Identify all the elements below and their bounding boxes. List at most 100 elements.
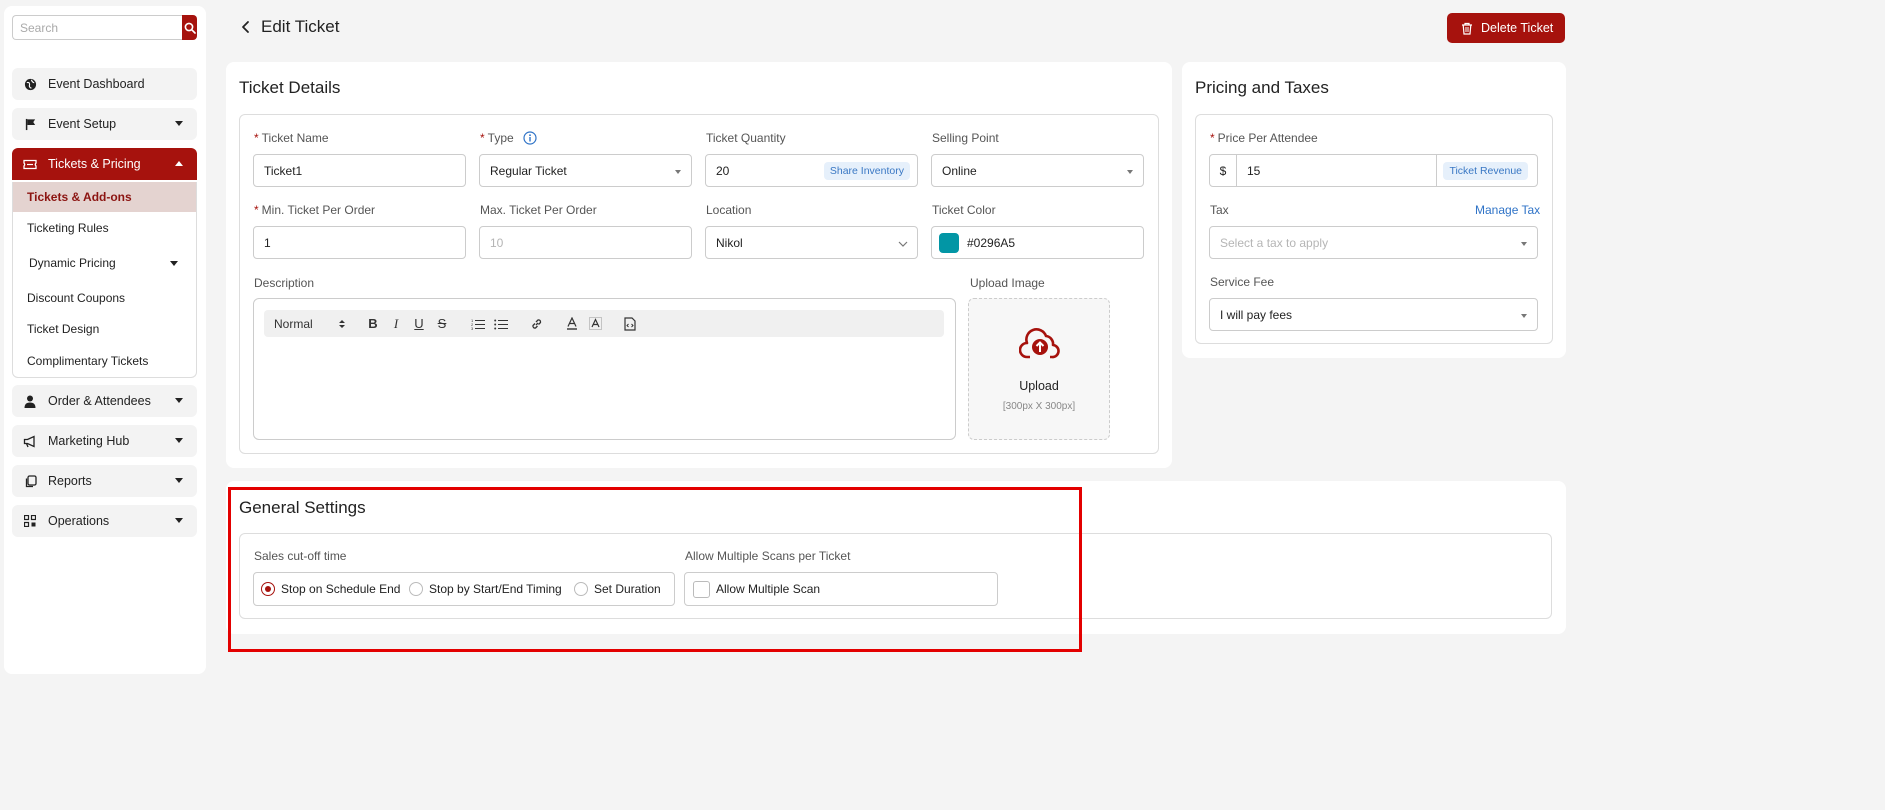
multiple-scans-label: Allow Multiple Scans per Ticket	[685, 549, 851, 563]
radio-label[interactable]: Stop by Start/End Timing	[429, 582, 562, 596]
submenu-item-ticketing-rules[interactable]: Ticketing Rules	[13, 213, 196, 243]
megaphone-icon	[22, 433, 38, 449]
ticket-revenue-button[interactable]: Ticket Revenue	[1443, 162, 1528, 180]
chevron-down-icon	[175, 438, 183, 443]
radio-label[interactable]: Set Duration	[594, 582, 661, 596]
ordered-list-icon[interactable]: 123	[470, 315, 486, 332]
text-color-icon[interactable]	[565, 315, 579, 332]
search-input[interactable]	[12, 15, 182, 40]
chevron-down-icon	[175, 398, 183, 403]
upload-button-label[interactable]: Upload	[969, 379, 1109, 393]
submenu-item-label: Ticketing Rules	[27, 221, 109, 235]
bold-icon[interactable]: B	[366, 315, 380, 332]
min-per-order-input[interactable]: 1	[253, 226, 466, 259]
sidebar-item-event-setup[interactable]: Event Setup	[12, 108, 197, 140]
link-icon[interactable]	[529, 315, 545, 332]
ticket-name-input[interactable]: Ticket1	[253, 154, 466, 187]
checkbox-label[interactable]: Allow Multiple Scan	[716, 582, 820, 596]
sidebar-item-reports[interactable]: Reports	[12, 465, 197, 497]
sidebar: Event Dashboard Event Setup Tickets & Pr…	[4, 6, 206, 674]
trash-icon	[1462, 22, 1472, 35]
italic-icon[interactable]: I	[389, 315, 403, 332]
min-per-order-value: 1	[264, 235, 271, 250]
tax-placeholder: Select a tax to apply	[1220, 235, 1329, 250]
service-fee-select[interactable]: I will pay fees	[1209, 298, 1538, 331]
format-select[interactable]: Normal	[274, 315, 346, 332]
delete-ticket-label: Delete Ticket	[1481, 21, 1554, 35]
svg-text:3: 3	[471, 326, 474, 330]
upload-image-label: Upload Image	[970, 276, 1045, 290]
selling-point-value: Online	[942, 163, 977, 178]
dropdown-arrow-icon	[1521, 242, 1527, 246]
radio-stop-on-schedule-end[interactable]	[261, 582, 275, 596]
background-color-icon[interactable]	[588, 315, 602, 332]
submenu-item-label: Complimentary Tickets	[27, 354, 149, 368]
sidebar-item-label: Event Setup	[48, 117, 117, 131]
max-per-order-input[interactable]: 10	[479, 226, 692, 259]
format-value: Normal	[274, 316, 313, 331]
search-button[interactable]	[182, 15, 197, 40]
sidebar-item-label: Operations	[48, 514, 110, 528]
manage-tax-link[interactable]: Manage Tax	[1475, 203, 1540, 217]
sidebar-item-order-attendees[interactable]: Order & Attendees	[12, 385, 197, 417]
ticket-quantity-input[interactable]: 20 Share Inventory	[705, 154, 918, 187]
allow-multiple-scan-checkbox[interactable]	[693, 581, 710, 598]
sidebar-item-label: Tickets & Pricing	[48, 157, 141, 171]
location-select[interactable]: Nikol	[705, 226, 918, 259]
submenu-item-label: Discount Coupons	[27, 291, 126, 305]
bullet-list-icon[interactable]	[493, 315, 509, 332]
color-swatch[interactable]	[939, 232, 959, 253]
share-inventory-button[interactable]: Share Inventory	[823, 162, 910, 180]
ticket-color-input[interactable]: #0296A5	[931, 226, 1144, 259]
sidebar-item-label: Reports	[48, 474, 92, 488]
radio-label[interactable]: Stop on Schedule End	[281, 582, 400, 596]
user-icon	[22, 393, 38, 409]
upload-dropzone[interactable]: Upload [300px X 300px]	[968, 298, 1110, 440]
code-file-icon[interactable]	[623, 315, 637, 332]
max-per-order-label: Max. Ticket Per Order	[480, 203, 597, 217]
general-settings-card: General Settings	[226, 481, 1566, 634]
radio-stop-by-start-end[interactable]	[409, 582, 423, 596]
info-icon[interactable]	[523, 131, 537, 145]
type-label: * Type	[480, 131, 537, 145]
tickets-submenu: Tickets & Add-ons Ticketing Rules Dynami…	[12, 182, 197, 378]
updown-arrows-icon	[339, 320, 345, 328]
selling-point-label: Selling Point	[932, 131, 999, 145]
submenu-item-tickets-addons[interactable]: Tickets & Add-ons	[13, 182, 196, 212]
location-label: Location	[706, 203, 752, 217]
sidebar-item-operations[interactable]: Operations	[12, 505, 197, 537]
sales-cutoff-radio-group: Stop on Schedule End Stop by Start/End T…	[253, 572, 675, 606]
description-editor[interactable]: Normal B I U S 123	[253, 298, 956, 440]
price-input[interactable]: $ 15 Ticket Revenue	[1209, 154, 1538, 187]
max-per-order-placeholder: 10	[490, 235, 504, 250]
sidebar-item-event-dashboard[interactable]: Event Dashboard	[12, 68, 197, 100]
sidebar-item-label: Order & Attendees	[48, 394, 151, 408]
search-icon	[184, 22, 196, 34]
search-bar	[12, 15, 197, 40]
sidebar-item-tickets-pricing[interactable]: Tickets & Pricing	[12, 148, 197, 180]
selling-point-select[interactable]: Online	[931, 154, 1144, 187]
underline-icon[interactable]: U	[412, 315, 426, 332]
tax-select[interactable]: Select a tax to apply	[1209, 226, 1538, 259]
delete-ticket-button[interactable]: Delete Ticket	[1447, 13, 1565, 43]
submenu-item-ticket-design[interactable]: Ticket Design	[13, 314, 196, 344]
dropdown-arrow-icon	[1521, 314, 1527, 318]
submenu-item-complimentary-tickets[interactable]: Complimentary Tickets	[13, 346, 196, 376]
location-value: Nikol	[716, 235, 743, 250]
dropdown-arrow-icon	[675, 170, 681, 174]
description-label: Description	[254, 276, 315, 290]
price-per-attendee-label: * Price Per Attendee	[1210, 131, 1318, 145]
submenu-item-label: Dynamic Pricing	[29, 256, 116, 270]
radio-set-duration[interactable]	[574, 582, 588, 596]
strikethrough-icon[interactable]: S	[435, 315, 449, 332]
type-select[interactable]: Regular Ticket	[479, 154, 692, 187]
submenu-item-discount-coupons[interactable]: Discount Coupons	[13, 283, 196, 313]
submenu-item-dynamic-pricing[interactable]: Dynamic Pricing	[13, 248, 196, 278]
sidebar-item-marketing-hub[interactable]: Marketing Hub	[12, 425, 197, 457]
ticket-quantity-label: Ticket Quantity	[706, 131, 786, 145]
back-arrow-icon[interactable]	[239, 19, 253, 35]
chevron-down-icon	[175, 121, 183, 126]
price-value: 15	[1247, 163, 1261, 178]
chevron-up-icon	[175, 161, 183, 166]
ticket-color-label: Ticket Color	[932, 203, 996, 217]
